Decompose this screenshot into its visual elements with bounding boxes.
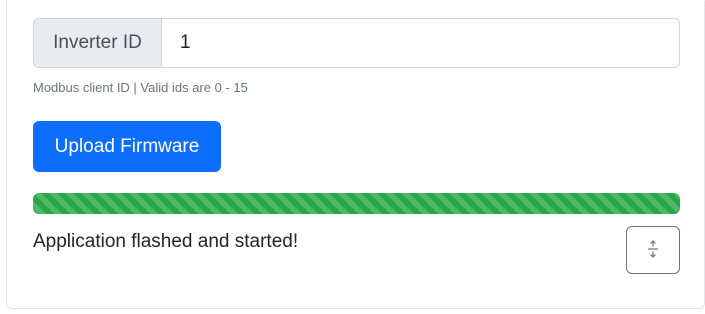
upload-firmware-button[interactable]: Upload Firmware <box>33 121 221 172</box>
upload-progress-fill <box>33 193 680 214</box>
inverter-id-input[interactable] <box>161 18 680 68</box>
expand-toggle-button[interactable] <box>626 226 680 274</box>
inverter-id-group: Inverter ID <box>33 18 680 68</box>
expand-vertical-icon <box>646 239 660 262</box>
status-message: Application flashed and started! <box>33 231 299 252</box>
upload-progress-bar <box>33 193 680 214</box>
inverter-id-label: Inverter ID <box>33 18 161 68</box>
inverter-id-help-text: Modbus client ID | Valid ids are 0 - 15 <box>33 80 248 95</box>
